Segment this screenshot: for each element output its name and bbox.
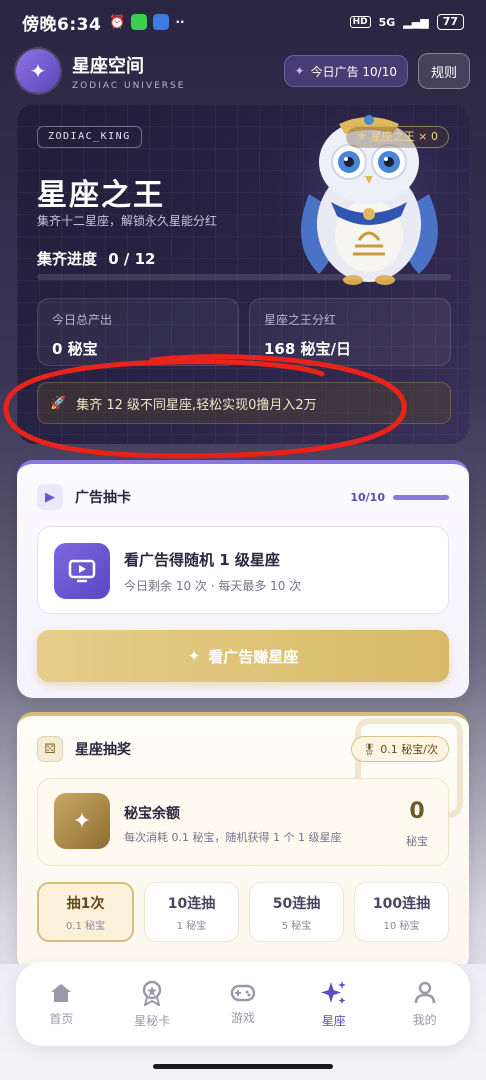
stat-value: 0 秘宝 xyxy=(52,340,98,358)
hd-icon: HD xyxy=(349,16,371,28)
ad-count-label: 10/10 xyxy=(350,490,385,504)
network-label: 5G xyxy=(378,15,396,29)
ad-reward-subtitle: 今日剩余 10 次 · 每天最多 10 次 xyxy=(124,579,302,593)
signal-icon: ▂▄▆ xyxy=(403,15,429,29)
ad-count-bar xyxy=(393,494,449,500)
ad-reward-box: 看广告得随机 1 级星座 今日剩余 10 次 · 每天最多 10 次 xyxy=(37,526,449,614)
nav-label: 我的 xyxy=(412,1012,437,1027)
lottery-card: ⚄ 星座抽奖 🎖 0.1 秘宝/次 ✦ 秘宝余额 每次消耗 0.1 秘宝，随机获… xyxy=(17,712,469,972)
medal-icon: 🎖 xyxy=(362,742,377,756)
stat-label: 星座之王分红 xyxy=(264,313,337,327)
draw-options: 抽1次 0.1 秘宝 10连抽 1 秘宝 50连抽 5 秘宝 100连抽 10 … xyxy=(37,882,449,942)
sparkles-icon xyxy=(320,980,346,1004)
app-subtitle: ZODIAC UNIVERSE xyxy=(72,80,186,91)
app-notification-icon xyxy=(131,14,148,30)
sparkle-icon: ✦ xyxy=(294,64,305,78)
watch-ad-label: 看广告赚星座 xyxy=(208,647,299,666)
stat-value: 168 秘宝/日 xyxy=(264,340,352,358)
king-count-label: 星座之王 × 0 xyxy=(370,130,438,143)
progress-bar xyxy=(37,274,451,280)
cost-badge: 🎖 0.1 秘宝/次 xyxy=(351,736,449,762)
home-icon xyxy=(51,983,72,1002)
zodiac-king-card: ZODIAC_KING ⚜ 星座之王 × 0 星座之王 集齐十二星座，解锁永久星… xyxy=(17,104,469,444)
card-title: 广告抽卡 xyxy=(75,490,131,506)
draw-label: 抽1次 xyxy=(66,895,105,912)
balance-description: 每次消耗 0.1 秘宝，随机获得 1 个 1 级星座 xyxy=(124,831,342,844)
rules-button[interactable]: 规则 xyxy=(418,53,470,89)
nav-item-zodiac[interactable]: 星座 xyxy=(288,962,379,1046)
draw-cost: 5 秘宝 xyxy=(281,920,312,932)
more-icon: ·· xyxy=(175,15,185,29)
ad-draw-card: ▶ 广告抽卡 10/10 看广告得随机 1 级星座 今日剩余 10 次 · 每天… xyxy=(17,460,469,698)
dice-icon: ⚄ xyxy=(37,736,63,762)
nav-item-star-card[interactable]: 星秘卡 xyxy=(107,962,198,1046)
draw-50-button[interactable]: 50连抽 5 秘宝 xyxy=(249,882,344,942)
draw-label: 50连抽 xyxy=(272,895,321,912)
balance-unit: 秘宝 xyxy=(406,835,428,848)
nav-item-games[interactable]: 游戏 xyxy=(198,962,289,1046)
play-icon: ▶ xyxy=(37,484,63,510)
draw-cost: 1 秘宝 xyxy=(176,920,207,932)
sparkles-logo-icon: ✦ xyxy=(16,49,60,93)
app-notification-icon xyxy=(153,14,170,30)
rocket-icon: 🚀 xyxy=(50,395,67,411)
watch-ad-button[interactable]: ✦ 看广告赚星座 xyxy=(37,630,449,682)
battery-level: 77 xyxy=(442,15,458,28)
nav-label: 星座 xyxy=(321,1013,346,1028)
ad-reward-title: 看广告得随机 1 级星座 xyxy=(124,551,280,569)
zodiac-king-tag: ZODIAC_KING xyxy=(37,126,142,148)
daily-ad-label: 今日广告 10/10 xyxy=(310,64,397,79)
user-icon xyxy=(414,981,435,1003)
promo-text: 集齐 12 级不同星座,轻松实现0撸月入2万 xyxy=(76,397,317,413)
nav-label: 星秘卡 xyxy=(134,1013,171,1028)
sparkles-icon: ✦ xyxy=(54,793,110,849)
draw-cost: 0.1 秘宝 xyxy=(65,920,106,932)
daily-ad-badge[interactable]: ✦ 今日广告 10/10 xyxy=(283,55,408,87)
stat-label: 今日总产出 xyxy=(52,313,113,327)
stat-today-output: 今日总产出 0 秘宝 xyxy=(37,298,239,366)
progress-value: 0 / 12 xyxy=(108,250,156,268)
card-title: 星座抽奖 xyxy=(75,742,131,758)
status-bar: 傍晚6:34 ⏰ ·· HD 5G ▂▄▆ 77 xyxy=(0,0,486,44)
nav-label: 游戏 xyxy=(230,1010,255,1025)
king-count-badge: ⚜ 星座之王 × 0 xyxy=(345,126,449,148)
app-title: 星座空间 xyxy=(72,55,144,77)
ad-count: 10/10 xyxy=(350,491,449,504)
hero-title: 星座之王 xyxy=(37,178,165,213)
collect-progress: 集齐进度 0 / 12 xyxy=(37,248,155,269)
balance-box: ✦ 秘宝余额 每次消耗 0.1 秘宝，随机获得 1 个 1 级星座 0 秘宝 xyxy=(37,778,449,866)
cost-label: 0.1 秘宝/次 xyxy=(380,743,438,756)
battery-icon: 77 xyxy=(436,14,464,30)
bottom-nav: 首页 星秘卡 游戏 星座 我的 xyxy=(16,962,470,1046)
draw-label: 10连抽 xyxy=(167,895,216,912)
home-indicator[interactable] xyxy=(153,1064,333,1069)
nav-item-home[interactable]: 首页 xyxy=(16,962,107,1046)
gamepad-icon xyxy=(230,984,256,1001)
progress-label: 集齐进度 xyxy=(37,250,98,268)
draw-1-button[interactable]: 抽1次 0.1 秘宝 xyxy=(37,882,134,942)
app-header: ✦ 星座空间 ZODIAC UNIVERSE ✦ 今日广告 10/10 规则 xyxy=(16,48,470,94)
nav-label: 首页 xyxy=(49,1011,74,1026)
sparkle-icon: ✦ xyxy=(187,647,201,665)
notification-icon: ⏰ xyxy=(109,14,126,30)
medal-icon: ⚜ xyxy=(356,130,367,143)
medal-icon xyxy=(142,980,162,1006)
stat-king-dividend: 星座之王分红 168 秘宝/日 xyxy=(249,298,451,366)
hero-description: 集齐十二星座，解锁永久星能分红 xyxy=(37,214,218,228)
tv-icon xyxy=(54,543,110,599)
balance-value: 0 xyxy=(409,799,425,824)
draw-100-button[interactable]: 100连抽 10 秘宝 xyxy=(354,882,449,942)
balance-title: 秘宝余额 xyxy=(124,806,180,822)
status-time: 傍晚6:34 xyxy=(22,14,102,35)
draw-cost: 10 秘宝 xyxy=(383,920,420,932)
draw-label: 100连抽 xyxy=(372,895,431,912)
promo-banner[interactable]: 🚀 集齐 12 级不同星座,轻松实现0撸月入2万 xyxy=(37,382,451,424)
nav-item-me[interactable]: 我的 xyxy=(379,962,470,1046)
notification-icons: ⏰ ·· xyxy=(109,14,185,30)
draw-10-button[interactable]: 10连抽 1 秘宝 xyxy=(144,882,239,942)
